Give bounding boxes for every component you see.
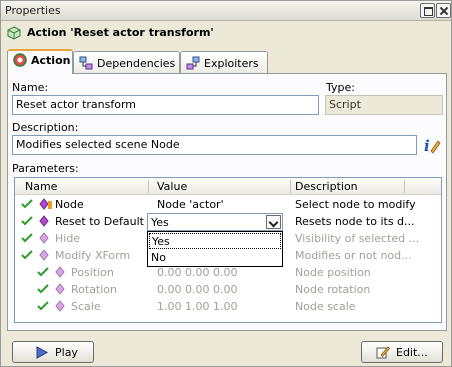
dependencies-icon <box>79 56 93 70</box>
row-name: Modify XForm <box>55 249 131 262</box>
column-divider[interactable] <box>148 180 149 193</box>
table-row[interactable]: Scale 1.00 1.00 1.00 Node scale <box>15 298 441 315</box>
tab-action[interactable]: Action <box>7 49 73 74</box>
table-row[interactable]: Node Node 'actor' Select node to modify <box>15 196 441 213</box>
properties-window: Properties Action 'Reset actor transform… <box>0 0 452 367</box>
parameters-label: Parameters: <box>12 162 79 175</box>
row-description: Node scale <box>295 300 356 313</box>
action-cube-icon <box>7 26 21 40</box>
combo-dropdown-list: Yes No <box>147 231 283 267</box>
action-tab-icon <box>13 53 27 67</box>
parameter-diamond-icon <box>55 266 65 278</box>
tab-label: Dependencies <box>97 57 176 70</box>
tab-label: Action <box>31 54 71 67</box>
dropdown-option-yes[interactable]: Yes <box>149 233 281 249</box>
svg-text:i: i <box>424 137 430 154</box>
check-icon <box>21 250 33 260</box>
row-value[interactable]: 1.00 1.00 1.00 <box>157 300 287 313</box>
play-icon <box>36 346 49 359</box>
tab-dependencies[interactable]: Dependencies <box>73 51 180 73</box>
maximize-button[interactable] <box>420 3 435 18</box>
edit-button[interactable]: Edit... <box>361 341 443 363</box>
row-description: Modifies or not nod... <box>295 249 412 262</box>
title-bar: Properties <box>1 1 451 21</box>
parameter-diamond-icon <box>55 283 65 295</box>
check-icon <box>21 216 33 226</box>
row-value[interactable]: Node 'actor' <box>157 198 287 211</box>
column-divider[interactable] <box>290 180 291 193</box>
row-description: Resets node to its d... <box>295 215 415 228</box>
description-field[interactable]: Modifies selected scene Node <box>12 135 417 155</box>
column-divider[interactable] <box>404 180 405 193</box>
row-description: Select node to modify <box>295 198 416 211</box>
window-title: Properties <box>5 4 61 17</box>
column-header-name[interactable]: Name <box>25 180 57 193</box>
row-description: Node position <box>295 266 371 279</box>
name-field[interactable]: Reset actor transform <box>12 95 319 115</box>
tab-exploiters[interactable]: Exploiters <box>180 51 268 73</box>
dropdown-option-no[interactable]: No <box>149 250 281 266</box>
edit-label: Edit... <box>396 346 428 359</box>
parameter-diamond-icon <box>55 300 65 312</box>
row-name: Reset to Default <box>55 215 144 228</box>
tab-label: Exploiters <box>204 57 259 70</box>
tab-strip: Action Dependencies Exploiters <box>7 49 447 74</box>
table-row[interactable]: Rotation 0.00 0.00 0.00 Node rotation <box>15 281 441 298</box>
row-name: Position <box>71 266 114 279</box>
edit-icon <box>376 346 390 359</box>
parameter-diamond-icon <box>39 215 49 227</box>
name-label: Name: <box>12 81 49 94</box>
column-header-description[interactable]: Description <box>295 180 358 193</box>
type-field: Script <box>325 95 443 115</box>
action-panel: Name: Reset actor transform Type: Script… <box>7 73 447 331</box>
row-value[interactable]: 0.00 0.00 0.00 <box>157 283 287 296</box>
row-name: Rotation <box>71 283 118 296</box>
row-name: Node <box>55 198 84 211</box>
reset-value-combo[interactable]: Yes <box>147 213 283 231</box>
info-edit-icon[interactable]: i <box>423 137 441 154</box>
page-title: Action 'Reset actor transform' <box>27 26 214 39</box>
row-description: Visibility of selected ... <box>295 232 420 245</box>
close-button[interactable] <box>436 3 451 18</box>
row-value[interactable]: 0.00 0.00 0.00 <box>157 266 287 279</box>
row-description: Node rotation <box>295 283 371 296</box>
check-icon <box>37 301 49 311</box>
description-label: Description: <box>12 121 79 134</box>
column-header-value[interactable]: Value <box>157 180 187 193</box>
check-icon <box>21 233 33 243</box>
combo-value: Yes <box>151 216 169 229</box>
grid-header: Name Value Description <box>15 178 441 195</box>
play-label: Play <box>55 346 78 359</box>
chevron-down-icon[interactable] <box>266 215 281 229</box>
play-button[interactable]: Play <box>12 341 94 363</box>
row-name: Hide <box>55 232 81 245</box>
check-icon <box>37 267 49 277</box>
exploiters-icon <box>186 56 200 70</box>
parameter-diamond-icon <box>39 249 49 261</box>
row-name: Scale <box>71 300 101 313</box>
check-icon <box>21 199 33 209</box>
type-label: Type: <box>326 81 355 94</box>
parameter-diamond-icon <box>39 232 49 244</box>
link-marker-icon <box>48 201 52 209</box>
check-icon <box>37 284 49 294</box>
